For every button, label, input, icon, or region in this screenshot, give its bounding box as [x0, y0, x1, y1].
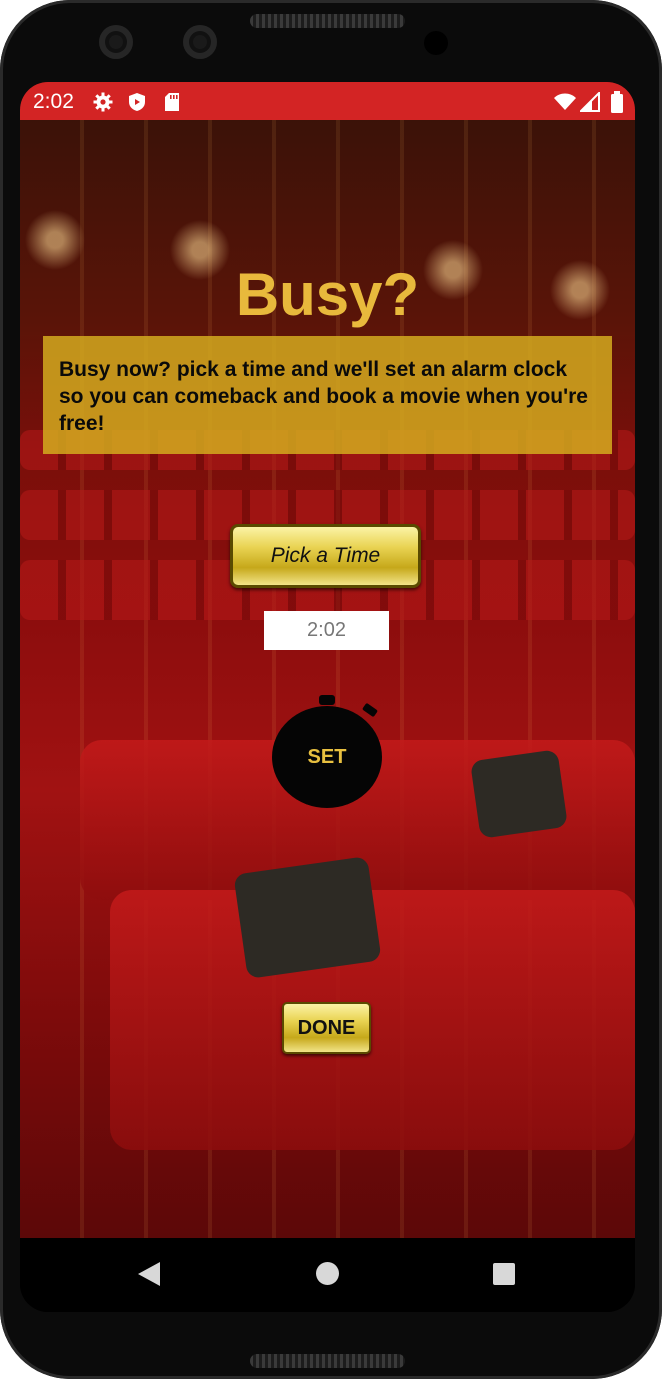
- status-time: 2:02: [33, 90, 74, 113]
- info-text: Busy now? pick a time and we'll set an a…: [59, 358, 588, 435]
- signal-icon: [579, 91, 601, 113]
- background-cushion: [470, 749, 568, 839]
- speaker-grille: [250, 1354, 405, 1368]
- recents-icon[interactable]: [493, 1263, 515, 1285]
- app-background: Busy? Busy now? pick a time and we'll se…: [20, 120, 635, 1238]
- set-alarm-button[interactable]: SET: [272, 706, 382, 808]
- screen: 2:02 Busy? Busy now? pick a time and we'…: [20, 82, 635, 1312]
- background-cushion: [233, 856, 382, 979]
- phone-frame: 2:02 Busy? Busy now? pick a time and we'…: [0, 0, 662, 1379]
- info-box: Busy now? pick a time and we'll set an a…: [43, 336, 612, 454]
- speaker-grille: [250, 14, 405, 28]
- selected-time-display: 2:02: [264, 611, 389, 650]
- sd-card-icon: [161, 91, 183, 113]
- navigation-bar: [20, 1238, 635, 1312]
- shield-icon: [126, 91, 148, 113]
- home-icon[interactable]: [316, 1262, 339, 1285]
- camera-icon: [183, 25, 217, 59]
- done-label: DONE: [297, 1016, 356, 1039]
- wifi-icon: [554, 91, 576, 113]
- back-icon[interactable]: [138, 1262, 160, 1286]
- gear-icon: [92, 91, 114, 113]
- set-label: SET: [307, 745, 347, 768]
- page-title: Busy?: [235, 261, 420, 328]
- stopwatch-tab: [361, 702, 379, 718]
- camera-icon: [99, 25, 133, 59]
- status-bar: 2:02: [20, 82, 635, 120]
- battery-icon: [606, 91, 628, 113]
- pick-time-button[interactable]: Pick a Time: [230, 524, 421, 588]
- stopwatch-knob: [319, 695, 335, 705]
- proximity-sensor: [424, 31, 448, 55]
- done-button[interactable]: DONE: [282, 1002, 371, 1054]
- pick-time-label: Pick a Time: [270, 544, 381, 567]
